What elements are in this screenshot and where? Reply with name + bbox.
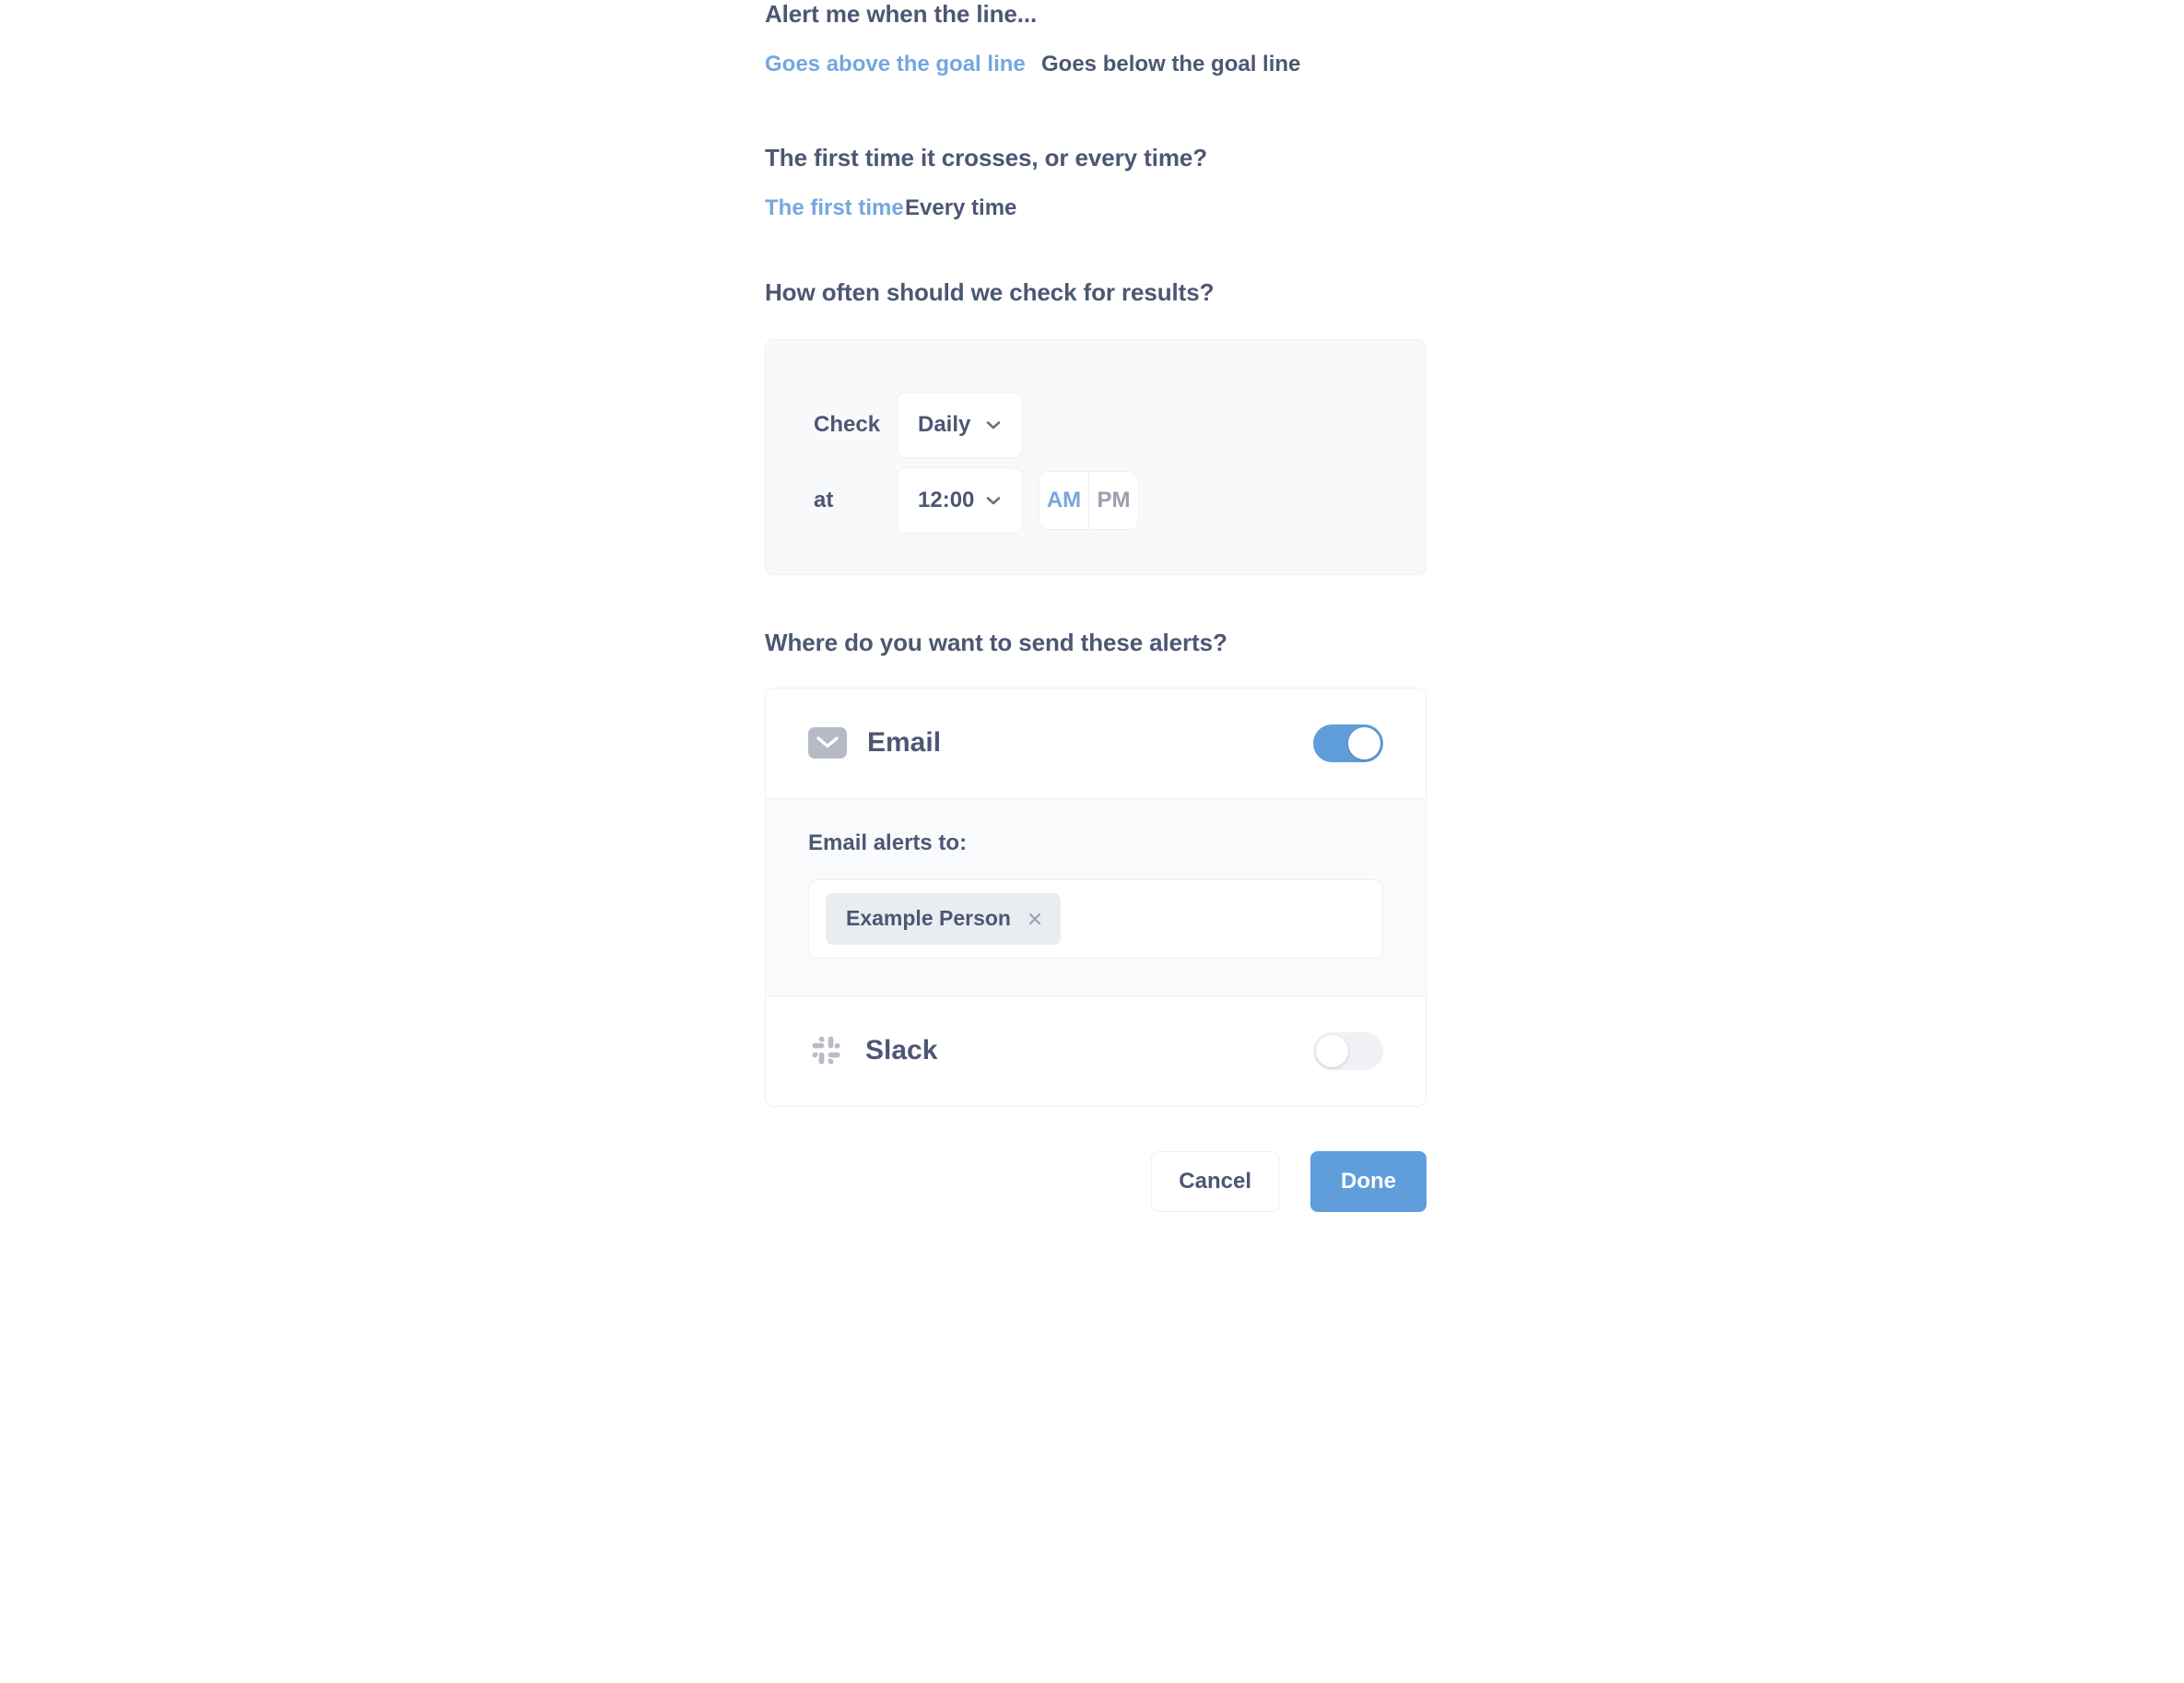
slack-channel-label: Slack [865,1035,938,1066]
alert-channels-title: Where do you want to send these alerts? [765,628,1227,656]
option-the-first-time[interactable]: The first time [765,195,905,221]
slack-channel-left: Slack [808,1032,937,1069]
option-goes-below-goal-line[interactable]: Goes below the goal line [1041,52,1300,77]
frequency-select-value: Daily [918,411,971,437]
chevron-down-icon [983,415,1004,435]
meridiem-toggle-group: AM PM [1039,470,1139,530]
slack-icon [808,1032,845,1069]
cancel-button[interactable]: Cancel [1151,1150,1279,1212]
alert-settings-page: Alert me when the line... Goes above the… [0,0,2184,1683]
slack-channel-toggle[interactable] [1313,1031,1383,1070]
at-label: at [814,487,834,512]
channels-card: Email Email alerts to: Example Person Sl… [765,687,1427,1107]
option-goes-above-goal-line[interactable]: Goes above the goal line [765,52,1041,77]
time-select[interactable]: 12:00 [897,466,1023,534]
channel-row-email: Email [766,688,1426,798]
alert-form: Alert me when the line... Goes above the… [765,0,1428,1212]
email-channel-label: Email [867,727,942,759]
section-check-schedule: How often should we check for results? C… [765,278,1428,575]
alert-direction-options: Goes above the goal line Goes below the … [765,52,1428,77]
toggle-knob [1316,1034,1348,1067]
email-recipients-panel: Email alerts to: Example Person [766,797,1426,996]
section-alert-channels: Where do you want to send these alerts? … [765,629,1428,1107]
done-button[interactable]: Done [1310,1150,1427,1212]
schedule-frequency-row: Check Daily [766,391,1426,458]
toggle-knob [1348,726,1380,759]
meridiem-am-button[interactable]: AM [1039,472,1088,529]
section-alert-direction: Alert me when the line... Goes above the… [765,0,1428,77]
check-schedule-title: How often should we check for results? [765,278,1215,307]
schedule-panel: Check Daily at 12:00 AM PM [765,338,1427,575]
meridiem-pm-button[interactable]: PM [1088,471,1138,529]
schedule-time-row: at 12:00 AM PM [766,466,1426,534]
email-channel-left: Email [808,727,941,759]
recipient-chip[interactable]: Example Person [826,892,1061,945]
check-label: Check [814,411,881,437]
frequency-select[interactable]: Daily [897,391,1023,458]
crossing-frequency-title: The first time it crosses, or every time… [765,144,1207,172]
envelope-icon [808,727,847,759]
time-select-value: 12:00 [918,487,975,512]
channel-row-slack: Slack [766,996,1426,1106]
email-recipients-label: Email alerts to: [808,830,968,855]
email-channel-toggle[interactable] [1313,724,1383,762]
form-footer: Cancel Done [765,1150,1427,1212]
section-crossing-frequency: The first time it crosses, or every time… [765,144,1428,221]
chevron-down-icon [983,490,1004,511]
close-icon[interactable] [1026,910,1044,928]
option-every-time[interactable]: Every time [905,195,1016,221]
crossing-frequency-options: The first time Every time [765,195,1428,221]
recipient-chip-label: Example Person [846,906,1011,931]
email-recipients-input[interactable]: Example Person [808,878,1383,959]
alert-direction-title: Alert me when the line... [765,0,1038,28]
